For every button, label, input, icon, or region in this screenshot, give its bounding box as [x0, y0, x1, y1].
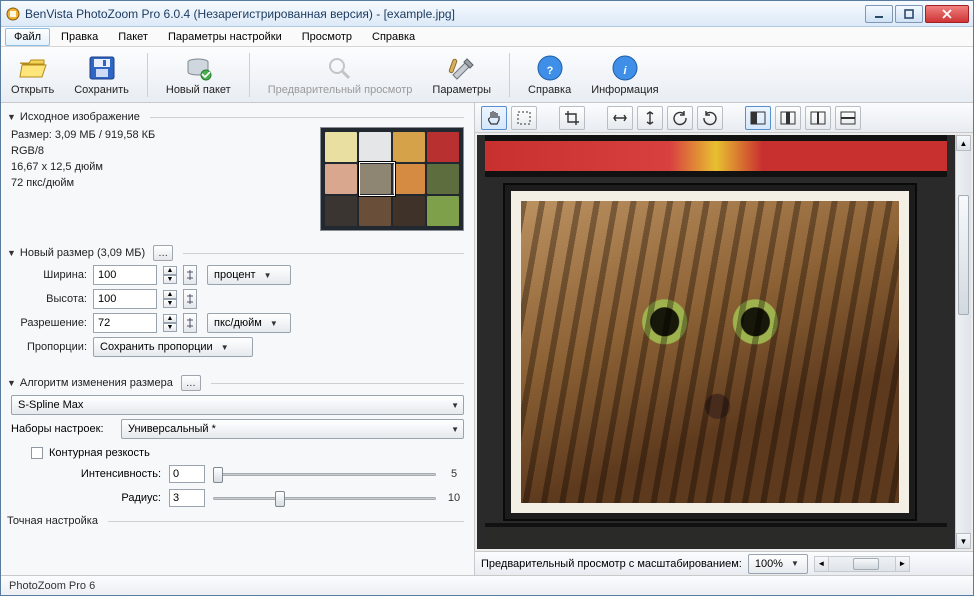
- info-button[interactable]: i Информация: [589, 52, 660, 98]
- size-unit-combo[interactable]: процент▼: [207, 265, 291, 285]
- menu-view[interactable]: Просмотр: [293, 28, 361, 46]
- sharpness-checkbox[interactable]: [31, 447, 43, 459]
- menu-settings[interactable]: Параметры настройки: [159, 28, 291, 46]
- resolution-input[interactable]: [93, 313, 157, 333]
- resolution-link-button[interactable]: [183, 313, 197, 333]
- radius-max: 10: [444, 492, 464, 504]
- left-panel: ▼ Исходное изображение Размер: 3,09 МБ /…: [1, 103, 475, 575]
- tools-icon: [447, 54, 477, 82]
- intensity-label: Интенсивность:: [11, 468, 161, 480]
- source-heading[interactable]: ▼ Исходное изображение: [7, 111, 464, 123]
- radius-input[interactable]: [169, 489, 205, 507]
- scroll-right-button[interactable]: ►: [895, 557, 909, 571]
- height-input[interactable]: [93, 289, 157, 309]
- newsize-heading[interactable]: ▼ Новый размер (3,09 МБ) …: [7, 245, 464, 261]
- help-button[interactable]: ? Справка: [526, 52, 573, 98]
- menu-file[interactable]: Файл: [5, 28, 50, 46]
- resolution-label: Разрешение:: [11, 317, 87, 329]
- open-button[interactable]: Открыть: [9, 52, 56, 98]
- split-horizontal-button[interactable]: [835, 106, 861, 130]
- sharpness-label: Контурная резкость: [49, 447, 150, 459]
- minimize-button[interactable]: [865, 5, 893, 23]
- width-label: Ширина:: [11, 269, 87, 281]
- right-panel: ▲ ▼ Предварительный просмотр с масштабир…: [475, 103, 973, 575]
- width-spinner[interactable]: ▲▼: [163, 266, 177, 284]
- app-window: BenVista PhotoZoom Pro 6.0.4 (Незарегист…: [0, 0, 974, 596]
- rotate-cw-button[interactable]: [697, 106, 723, 130]
- crop-button[interactable]: [559, 106, 585, 130]
- status-text: PhotoZoom Pro 6: [9, 580, 95, 592]
- fine-heading[interactable]: Точная настройка: [7, 515, 464, 527]
- scroll-left-button[interactable]: ◄: [815, 557, 829, 571]
- menu-batch[interactable]: Пакет: [109, 28, 157, 46]
- navigator-selection[interactable]: [359, 162, 395, 196]
- h-scroll-thumb[interactable]: [853, 558, 879, 570]
- params-button[interactable]: Параметры: [430, 52, 493, 98]
- split-center-button[interactable]: [775, 106, 801, 130]
- svg-text:?: ?: [546, 65, 553, 77]
- preview-canvas[interactable]: [477, 135, 955, 549]
- info-icon: i: [610, 54, 640, 82]
- zoom-combo[interactable]: 100%▼: [748, 554, 808, 574]
- floppy-icon: [87, 54, 117, 82]
- width-link-button[interactable]: [183, 265, 197, 285]
- close-button[interactable]: [925, 5, 969, 23]
- maximize-button[interactable]: [895, 5, 923, 23]
- split-vertical-button[interactable]: [805, 106, 831, 130]
- aspect-label: Пропорции:: [11, 341, 87, 353]
- method-combo[interactable]: S-Spline Max▼: [11, 395, 464, 415]
- preset-label: Наборы настроек:: [11, 423, 115, 435]
- collapse-icon: ▼: [7, 112, 16, 122]
- magnifier-icon: [325, 54, 355, 82]
- radius-label: Радиус:: [11, 492, 161, 504]
- preview-toolbar: [475, 103, 973, 133]
- preview-zoom-label: Предварительный просмотр с масштабирован…: [481, 558, 742, 570]
- flip-v-button[interactable]: [637, 106, 663, 130]
- navigator-thumbnail[interactable]: [320, 127, 464, 231]
- preview-button[interactable]: Предварительный просмотр: [266, 52, 415, 98]
- split-left-button[interactable]: [745, 106, 771, 130]
- main-toolbar: Открыть Сохранить Новый пакет Предварите…: [1, 47, 973, 103]
- preset-combo[interactable]: Универсальный *▼: [121, 419, 464, 439]
- batch-icon: [183, 54, 213, 82]
- intensity-input[interactable]: [169, 465, 205, 483]
- app-icon: [5, 6, 21, 22]
- menu-help[interactable]: Справка: [363, 28, 424, 46]
- vertical-scrollbar[interactable]: ▲ ▼: [955, 135, 971, 549]
- horizontal-scrollbar[interactable]: ◄ ►: [814, 556, 910, 572]
- collapse-icon: ▼: [7, 248, 16, 258]
- menu-edit[interactable]: Правка: [52, 28, 107, 46]
- preview-bottom-bar: Предварительный просмотр с масштабирован…: [475, 551, 973, 575]
- intensity-slider[interactable]: [213, 465, 436, 483]
- folder-open-icon: [18, 54, 48, 82]
- height-spinner[interactable]: ▲▼: [163, 290, 177, 308]
- aspect-combo[interactable]: Сохранить пропорции▼: [93, 337, 253, 357]
- newsize-more-button[interactable]: …: [153, 245, 173, 261]
- new-batch-button[interactable]: Новый пакет: [164, 52, 233, 98]
- rotate-ccw-button[interactable]: [667, 106, 693, 130]
- height-label: Высота:: [11, 293, 87, 305]
- status-bar: PhotoZoom Pro 6: [1, 575, 973, 595]
- scroll-up-button[interactable]: ▲: [956, 135, 971, 151]
- height-link-button[interactable]: [183, 289, 197, 309]
- scroll-down-button[interactable]: ▼: [956, 533, 971, 549]
- help-icon: ?: [535, 54, 565, 82]
- collapse-icon: ▼: [7, 378, 16, 388]
- source-info: Размер: 3,09 МБ / 919,58 КБ RGB/8 16,67 …: [11, 127, 155, 191]
- radius-slider[interactable]: [213, 489, 436, 507]
- pan-tool-button[interactable]: [481, 106, 507, 130]
- resolution-unit-combo[interactable]: пкс/дюйм▼: [207, 313, 291, 333]
- resolution-spinner[interactable]: ▲▼: [163, 314, 177, 332]
- menubar: Файл Правка Пакет Параметры настройки Пр…: [1, 27, 973, 47]
- v-scroll-thumb[interactable]: [958, 195, 969, 315]
- window-title: BenVista PhotoZoom Pro 6.0.4 (Незарегист…: [25, 7, 865, 21]
- algorithm-heading[interactable]: ▼ Алгоритм изменения размера …: [7, 375, 464, 391]
- marquee-tool-button[interactable]: [511, 106, 537, 130]
- width-input[interactable]: [93, 265, 157, 285]
- save-button[interactable]: Сохранить: [72, 52, 131, 98]
- algorithm-more-button[interactable]: …: [181, 375, 201, 391]
- flip-h-button[interactable]: [607, 106, 633, 130]
- intensity-max: 5: [444, 468, 464, 480]
- titlebar: BenVista PhotoZoom Pro 6.0.4 (Незарегист…: [1, 1, 973, 27]
